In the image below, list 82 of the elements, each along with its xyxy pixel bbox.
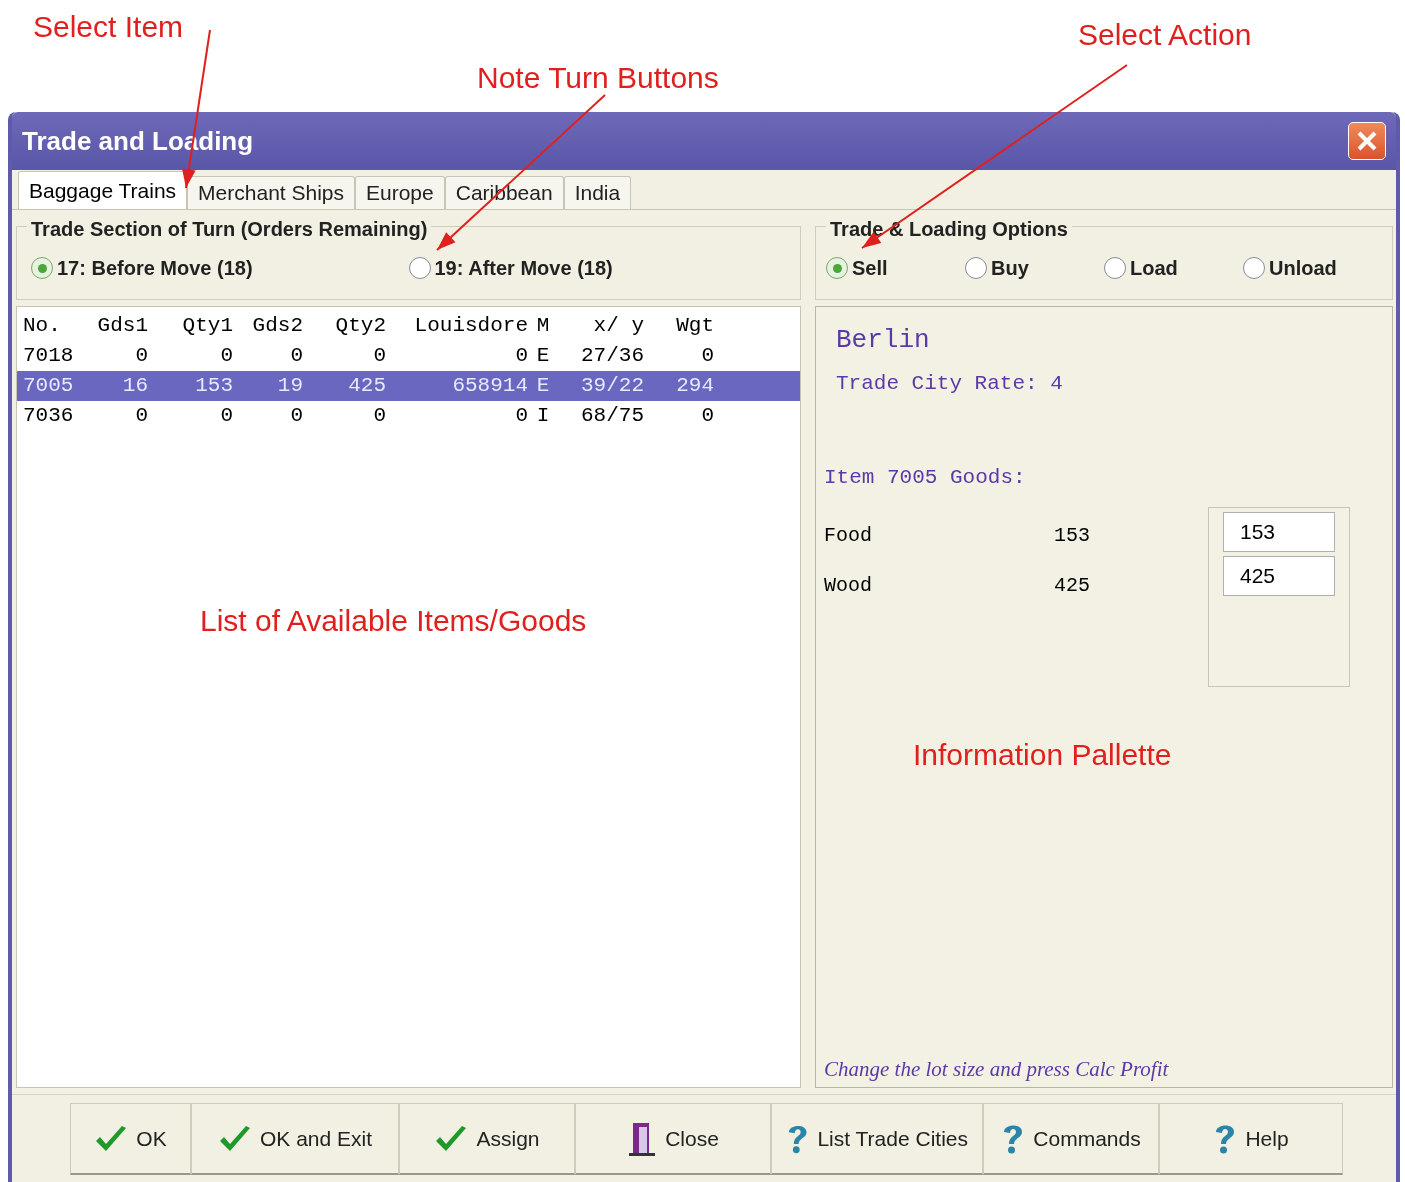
table-cell-text: 39/22 bbox=[580, 373, 644, 400]
item-heading: Item 7005 Goods: bbox=[824, 464, 1027, 491]
table-cell-text: 294 bbox=[675, 373, 714, 400]
table-cell-text: 0 bbox=[134, 403, 148, 430]
dialog-button[interactable]: List Trade Cities bbox=[771, 1103, 983, 1175]
goods-name: Wood bbox=[824, 573, 873, 599]
check-icon bbox=[434, 1124, 469, 1153]
table-row[interactable]: 7005 16 153 19 425 658914 E 39/22 294 bbox=[17, 371, 800, 401]
radio-label: Sell bbox=[852, 256, 888, 281]
radio-button[interactable] bbox=[1104, 257, 1126, 279]
door-icon bbox=[627, 1120, 658, 1157]
dialog-button[interactable]: Commands bbox=[983, 1103, 1159, 1175]
trade-rate: Trade City Rate: 4 bbox=[835, 371, 1064, 397]
radio-button[interactable] bbox=[1243, 257, 1265, 279]
annotation-label: List of Available Items/Goods bbox=[200, 603, 587, 639]
annotation-label: Note Turn Buttons bbox=[477, 60, 719, 96]
table-cell-text: 425 bbox=[347, 373, 386, 400]
table-cell-text: 0 bbox=[514, 403, 528, 430]
tab[interactable]: Merchant Ships bbox=[187, 176, 355, 209]
table-cell-text: 0 bbox=[700, 343, 714, 370]
table-cell-text: 7036 bbox=[23, 403, 75, 430]
annotation-label: Select Action bbox=[1078, 17, 1252, 53]
table-cell-text: 658914 bbox=[451, 373, 528, 400]
radio-button[interactable] bbox=[408, 257, 431, 279]
column-header: Qty2 bbox=[334, 313, 386, 340]
radio-label: 19: After Move (18) bbox=[434, 256, 613, 281]
table-cell-text: I bbox=[535, 403, 551, 430]
table-cell-text: 0 bbox=[372, 403, 386, 430]
table-row[interactable]: 7018 0 0 0 0 0 E 27/36 0 bbox=[17, 341, 800, 371]
column-header: x/ y bbox=[592, 313, 644, 340]
column-header: Gds1 bbox=[96, 313, 148, 340]
table-cell-text: 0 bbox=[700, 403, 714, 430]
hint-text: Change the lot size and press Calc Profit bbox=[824, 1055, 1170, 1083]
column-header: No. bbox=[23, 313, 62, 340]
table-cell-text: 0 bbox=[514, 343, 528, 370]
lot-size-field[interactable]: 153 bbox=[1223, 512, 1335, 552]
tab[interactable]: India bbox=[563, 176, 632, 209]
goods-quantity: 153 bbox=[1054, 523, 1091, 549]
dialog-button[interactable]: OK bbox=[70, 1103, 191, 1175]
table-cell-text: 0 bbox=[219, 343, 233, 370]
table-cell-text: 16 bbox=[121, 373, 148, 400]
table-row[interactable]: 7036 0 0 0 0 0 I 68/75 0 bbox=[17, 401, 800, 431]
dialog-button[interactable]: Close bbox=[575, 1103, 771, 1175]
table-cell-text: 0 bbox=[289, 343, 303, 370]
column-header: M bbox=[535, 313, 551, 340]
tab[interactable]: Baggage Trains bbox=[18, 171, 188, 209]
column-header: Gds2 bbox=[251, 313, 303, 340]
table-cell-text: E bbox=[535, 343, 551, 370]
radio-button[interactable] bbox=[965, 257, 987, 279]
dialog-button[interactable]: OK and Exit bbox=[191, 1103, 399, 1175]
table-cell-text: 7005 bbox=[23, 373, 75, 400]
city-name: Berlin bbox=[835, 324, 931, 357]
table-cell-text: 0 bbox=[219, 403, 233, 430]
table-cell-text: 27/36 bbox=[580, 343, 644, 370]
radio-label: Unload bbox=[1269, 256, 1337, 281]
dialog-button[interactable]: Assign bbox=[399, 1103, 575, 1175]
radio-label: Buy bbox=[991, 256, 1029, 281]
annotation-label: Select Item bbox=[33, 9, 184, 45]
table-cell-text: 0 bbox=[289, 403, 303, 430]
table-cell-text: E bbox=[535, 373, 551, 400]
column-header: Qty1 bbox=[181, 313, 233, 340]
table-cell-text: 0 bbox=[134, 343, 148, 370]
goods-quantity: 425 bbox=[1054, 573, 1091, 599]
radio-label: 17: Before Move (18) bbox=[57, 256, 253, 281]
radio-button[interactable] bbox=[826, 257, 848, 279]
goods-name: Food bbox=[824, 523, 873, 549]
check-icon bbox=[94, 1124, 129, 1153]
table-cell-text: 0 bbox=[372, 343, 386, 370]
table-cell-text: 19 bbox=[276, 373, 303, 400]
table-cell-text: 153 bbox=[194, 373, 233, 400]
close-icon bbox=[1356, 130, 1378, 152]
radio-label: Load bbox=[1130, 256, 1178, 281]
table-cell-text: 7018 bbox=[23, 343, 75, 370]
lot-size-field[interactable]: 425 bbox=[1223, 556, 1335, 596]
radio-button[interactable] bbox=[31, 257, 53, 279]
column-header: Wgt bbox=[675, 313, 714, 340]
table-cell-text: 68/75 bbox=[580, 403, 644, 430]
close-button[interactable] bbox=[1348, 122, 1386, 160]
column-header: Louisdore bbox=[413, 313, 528, 340]
dialog-button[interactable]: Help bbox=[1159, 1103, 1343, 1175]
tab[interactable]: Europe bbox=[355, 176, 445, 209]
annotation-label: Information Pallette bbox=[913, 737, 1172, 773]
